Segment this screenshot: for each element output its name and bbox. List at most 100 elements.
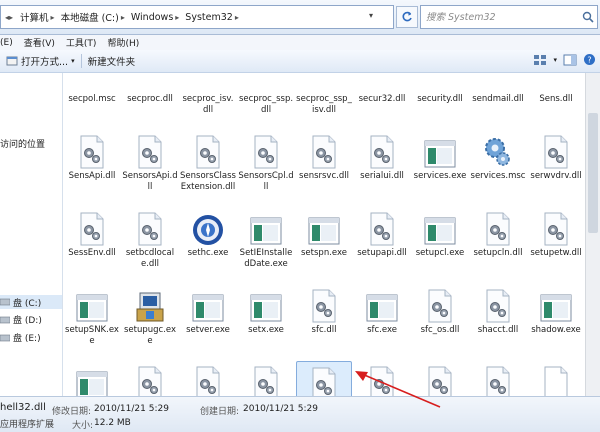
file-item[interactable]: secpol.msc [64, 73, 120, 130]
file-name: services.exe [413, 171, 467, 181]
file-item[interactable]: shadow.exe [528, 284, 584, 361]
dll-icon [367, 133, 397, 169]
breadcrumb-c-drive[interactable]: 本地磁盘 (C:) ▸ [58, 6, 128, 28]
file-item[interactable]: setupapi.dll [354, 207, 410, 284]
file-item[interactable]: shell32.dll [296, 361, 352, 396]
exe-window-icon [192, 287, 224, 323]
file-item[interactable]: shfolder.dll [412, 361, 468, 396]
file-item[interactable]: setupSNK.exe [64, 284, 120, 361]
file-item[interactable]: sensrsvc.dll [296, 130, 352, 207]
size-label: 大小: [72, 421, 94, 431]
file-item[interactable]: SetIEInstalledDate.exe [238, 207, 294, 284]
file-item[interactable]: SessEnv.dll [64, 207, 120, 284]
file-item[interactable]: secproc_ssp.dll [238, 73, 294, 130]
file-item[interactable]: SensorsApi.dll [122, 130, 178, 207]
file-item[interactable]: sfc_os.dll [412, 284, 468, 361]
file-item[interactable]: sharemediacpl.dll [122, 361, 178, 396]
file-name: secproc.dll [127, 94, 173, 104]
chevron-right-icon[interactable]: ▸ [51, 13, 55, 22]
file-item[interactable]: sethc.exe [180, 207, 236, 284]
file-item[interactable]: ShiftJIS.uce [528, 361, 584, 396]
menu-view[interactable]: 查看(V) [22, 36, 64, 49]
file-item[interactable]: Sens.dll [528, 73, 584, 130]
file-name: setspn.exe [301, 248, 347, 258]
chevron-right-icon[interactable]: ▸ [235, 13, 239, 22]
exe-window-icon [366, 287, 398, 323]
file-item[interactable]: share.exe [64, 361, 120, 396]
dll-icon [77, 210, 107, 246]
scrollbar-thumb[interactable] [588, 113, 598, 233]
dll-icon [193, 364, 223, 396]
nav-drive-e[interactable]: 盘 (E:) [0, 331, 41, 344]
file-name: secproc_ssp.dll [238, 94, 294, 115]
file-item[interactable]: setx.exe [238, 284, 294, 361]
exe-window-icon [308, 210, 340, 246]
new-folder-button[interactable]: 新建文件夹 [82, 51, 142, 71]
address-dropdown-icon[interactable]: ▾ [369, 11, 373, 20]
menu-tools[interactable]: 工具(T) [64, 36, 106, 49]
nav-drive-d[interactable]: 盘 (D:) [0, 313, 42, 326]
file-item[interactable]: setupcln.dll [470, 207, 526, 284]
file-item[interactable]: secur32.dll [354, 73, 410, 130]
nav-recent-places[interactable]: 访问的位置 [0, 137, 45, 150]
file-item[interactable]: security.dll [412, 73, 468, 130]
open-with-button[interactable]: 打开方式... ▾ [0, 51, 81, 71]
file-item[interactable]: shgina.dll [470, 361, 526, 396]
breadcrumb-computer[interactable]: 计算机 ▸ [17, 6, 58, 28]
file-item[interactable]: serwvdrv.dll [528, 130, 584, 207]
file-item[interactable]: setupcl.exe [412, 207, 468, 284]
file-name: SensorsClassExtension.dll [180, 171, 236, 192]
chevron-right-icon[interactable]: ▸ [175, 13, 179, 22]
dll-icon [251, 133, 281, 169]
breadcrumb-system32[interactable]: System32 ▸ [182, 6, 242, 28]
menu-help[interactable]: 帮助(H) [105, 36, 148, 49]
file-item[interactable]: shacct.dll [470, 284, 526, 361]
file-item[interactable]: shdocvw.dll [180, 361, 236, 396]
file-item[interactable]: secproc_ssp_isv.dll [296, 73, 352, 130]
breadcrumb-label: Windows [130, 11, 174, 23]
menu-bar: (E) 查看(V) 工具(T) 帮助(H) [0, 35, 600, 50]
file-name: secur32.dll [358, 94, 406, 104]
search-icon[interactable] [582, 11, 594, 23]
nav-drive-c[interactable]: 盘 (C:) [0, 295, 62, 309]
breadcrumb-windows[interactable]: Windows ▸ [128, 6, 182, 28]
file-item[interactable]: services.exe [412, 130, 468, 207]
dll-icon [135, 364, 165, 396]
file-item[interactable]: setspn.exe [296, 207, 352, 284]
file-name: setupapi.dll [357, 248, 407, 258]
file-item[interactable]: sfc.exe [354, 284, 410, 361]
menu-edit[interactable]: (E) [0, 38, 22, 48]
file-item[interactable]: SensorsClassExtension.dll [180, 130, 236, 207]
help-icon[interactable]: ? [583, 53, 596, 66]
view-options-icon[interactable] [533, 54, 547, 66]
file-item[interactable]: shellstyle.dll [354, 361, 410, 396]
file-item[interactable]: setbcdlocale.dll [122, 207, 178, 284]
file-item[interactable]: SensApi.dll [64, 130, 120, 207]
file-item[interactable]: secproc_isv.dll [180, 73, 236, 130]
vertical-scrollbar[interactable] [585, 73, 600, 396]
file-item[interactable]: setupetw.dll [528, 207, 584, 284]
open-with-icon [6, 56, 18, 66]
file-item[interactable]: secproc.dll [122, 73, 178, 130]
file-item[interactable]: sfc.dll [296, 284, 352, 361]
refresh-button[interactable] [396, 6, 418, 28]
file-item[interactable]: serialui.dll [354, 130, 410, 207]
file-item[interactable]: setver.exe [180, 284, 236, 361]
navigation-pane: 访问的位置 盘 (C:) 盘 (D:) 盘 (E:) [0, 73, 63, 396]
crumb-overflow-icon[interactable]: ◂▸ [1, 13, 17, 22]
exe-window-icon [424, 210, 456, 246]
file-item[interactable]: SensorsCpl.dll [238, 130, 294, 207]
file-item[interactable]: setupugc.exe [122, 284, 178, 361]
view-controls: ▾ ? [533, 53, 596, 66]
preview-pane-icon[interactable] [563, 54, 577, 66]
file-item[interactable]: SHELL.DLL [238, 361, 294, 396]
file-item[interactable]: sendmail.dll [470, 73, 526, 130]
address-bar[interactable]: ◂▸ 计算机 ▸ 本地磁盘 (C:) ▸ Windows ▸ System32 … [0, 5, 394, 29]
file-name: Sens.dll [539, 94, 573, 104]
chevron-right-icon[interactable]: ▸ [121, 13, 125, 22]
view-dropdown-icon[interactable]: ▾ [553, 56, 557, 64]
file-item[interactable]: services.msc [470, 130, 526, 207]
size-value: 12.2 MB [94, 418, 131, 428]
search-input[interactable] [421, 10, 578, 24]
file-list-view[interactable]: secpol.msc secproc.dll secproc_isv.dll secp… [63, 73, 585, 396]
